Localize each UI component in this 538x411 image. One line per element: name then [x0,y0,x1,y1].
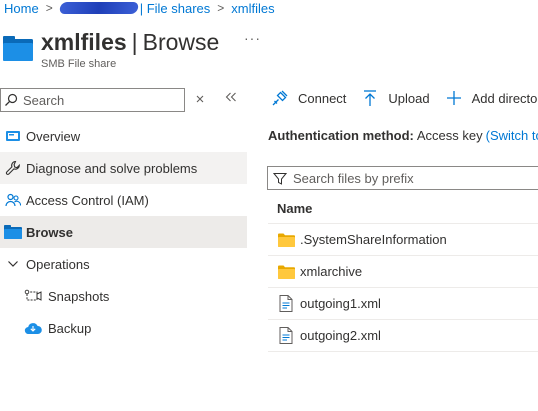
sidebar-item-browse[interactable]: Browse [0,216,247,248]
blade-name: Browse [142,29,220,55]
sidebar-item-label: Operations [26,256,90,272]
folder-icon [277,231,295,249]
sidebar-item-label: Overview [26,128,81,144]
sidebar-search-input[interactable] [23,92,173,108]
search-icon [5,93,18,106]
sidebar-nav: Overview Diagnose and solve problems Acc… [0,120,247,344]
connect-label: Connect [298,90,347,106]
collapse-sidebar-button[interactable] [225,90,237,107]
sidebar-item-label: Diagnose and solve problems [26,160,198,176]
breadcrumb-current-link[interactable]: xmlfiles [231,1,274,16]
sidebar-item-overview[interactable]: Overview [0,120,247,152]
page-subtitle: SMB File share [41,58,117,70]
auth-label: Authentication method: [268,128,414,143]
folder-icon [4,223,22,241]
breadcrumb-file-shares-link[interactable]: File shares [147,1,211,16]
file-name[interactable]: outgoing2.xml [300,328,381,343]
upload-icon [360,88,380,108]
file-name[interactable]: outgoing1.xml [300,296,381,311]
document-icon [277,295,295,313]
sidebar-group-operations[interactable]: Operations [0,248,247,280]
sidebar-item-label: Backup [48,320,92,336]
sidebar-item-snapshots[interactable]: Snapshots [0,280,247,312]
breadcrumb-home-link[interactable]: Home [4,1,39,16]
add-directory-label: Add director [471,90,538,106]
sidebar-item-diagnose[interactable]: Diagnose and solve problems [0,152,247,184]
plug-icon [270,88,290,108]
sidebar-item-label: Snapshots [48,288,110,304]
folder-icon [277,263,295,281]
chevron-right-icon: > [217,1,225,15]
add-directory-button[interactable]: Add director [444,88,538,108]
overview-icon [4,127,22,145]
file-list: Name .SystemShareInformation xmlarchive [268,194,538,352]
page-header: xmlfiles | Browse SMB File share [0,28,219,70]
close-icon [196,95,204,103]
file-name[interactable]: xmlarchive [300,264,362,279]
table-row[interactable]: .SystemShareInformation [268,224,538,256]
file-filter-box[interactable] [267,166,538,190]
sidebar-item-access-control[interactable]: Access Control (IAM) [0,184,247,216]
clear-search-button[interactable] [195,92,205,107]
auth-value: Access key [416,128,483,143]
page-title: xmlfiles | Browse [41,28,219,56]
file-search-input[interactable] [293,170,533,186]
switch-auth-link[interactable]: (Switch to [486,128,538,143]
snapshots-icon [24,287,42,305]
chevron-right-icon: > [45,1,53,15]
more-options-button[interactable]: ··· [244,30,261,46]
double-chevron-left-icon [225,92,236,102]
file-share-icon [3,36,33,61]
chevron-down-icon [4,255,22,273]
table-row[interactable]: outgoing2.xml [268,320,538,352]
authentication-method: Authentication method: Access key (Switch … [268,128,538,143]
connect-button[interactable]: Connect [270,88,346,108]
title-pipe: | [131,29,138,55]
sidebar-search-box[interactable] [0,88,185,112]
file-name[interactable]: .SystemShareInformation [300,232,447,247]
table-row[interactable]: xmlarchive [268,256,538,288]
resource-name: xmlfiles [41,29,127,55]
command-bar: Connect Upload Add director [270,88,538,108]
breadcrumb-separator: | [139,0,147,16]
wrench-icon [4,159,22,177]
table-row[interactable]: outgoing1.xml [268,288,538,320]
sidebar-item-backup[interactable]: Backup [0,312,247,344]
filter-icon [273,172,287,185]
redaction-mark [58,2,139,14]
upload-button[interactable]: Upload [360,88,430,108]
upload-label: Upload [388,90,430,106]
column-header-name[interactable]: Name [268,194,538,224]
sidebar-item-label: Browse [26,224,73,240]
sidebar-item-label: Access Control (IAM) [26,192,149,208]
document-icon [277,327,295,345]
backup-cloud-icon [24,319,42,337]
people-icon [4,191,22,209]
plus-icon [444,88,464,108]
breadcrumb: Home > | File shares > xmlfiles [4,0,275,16]
